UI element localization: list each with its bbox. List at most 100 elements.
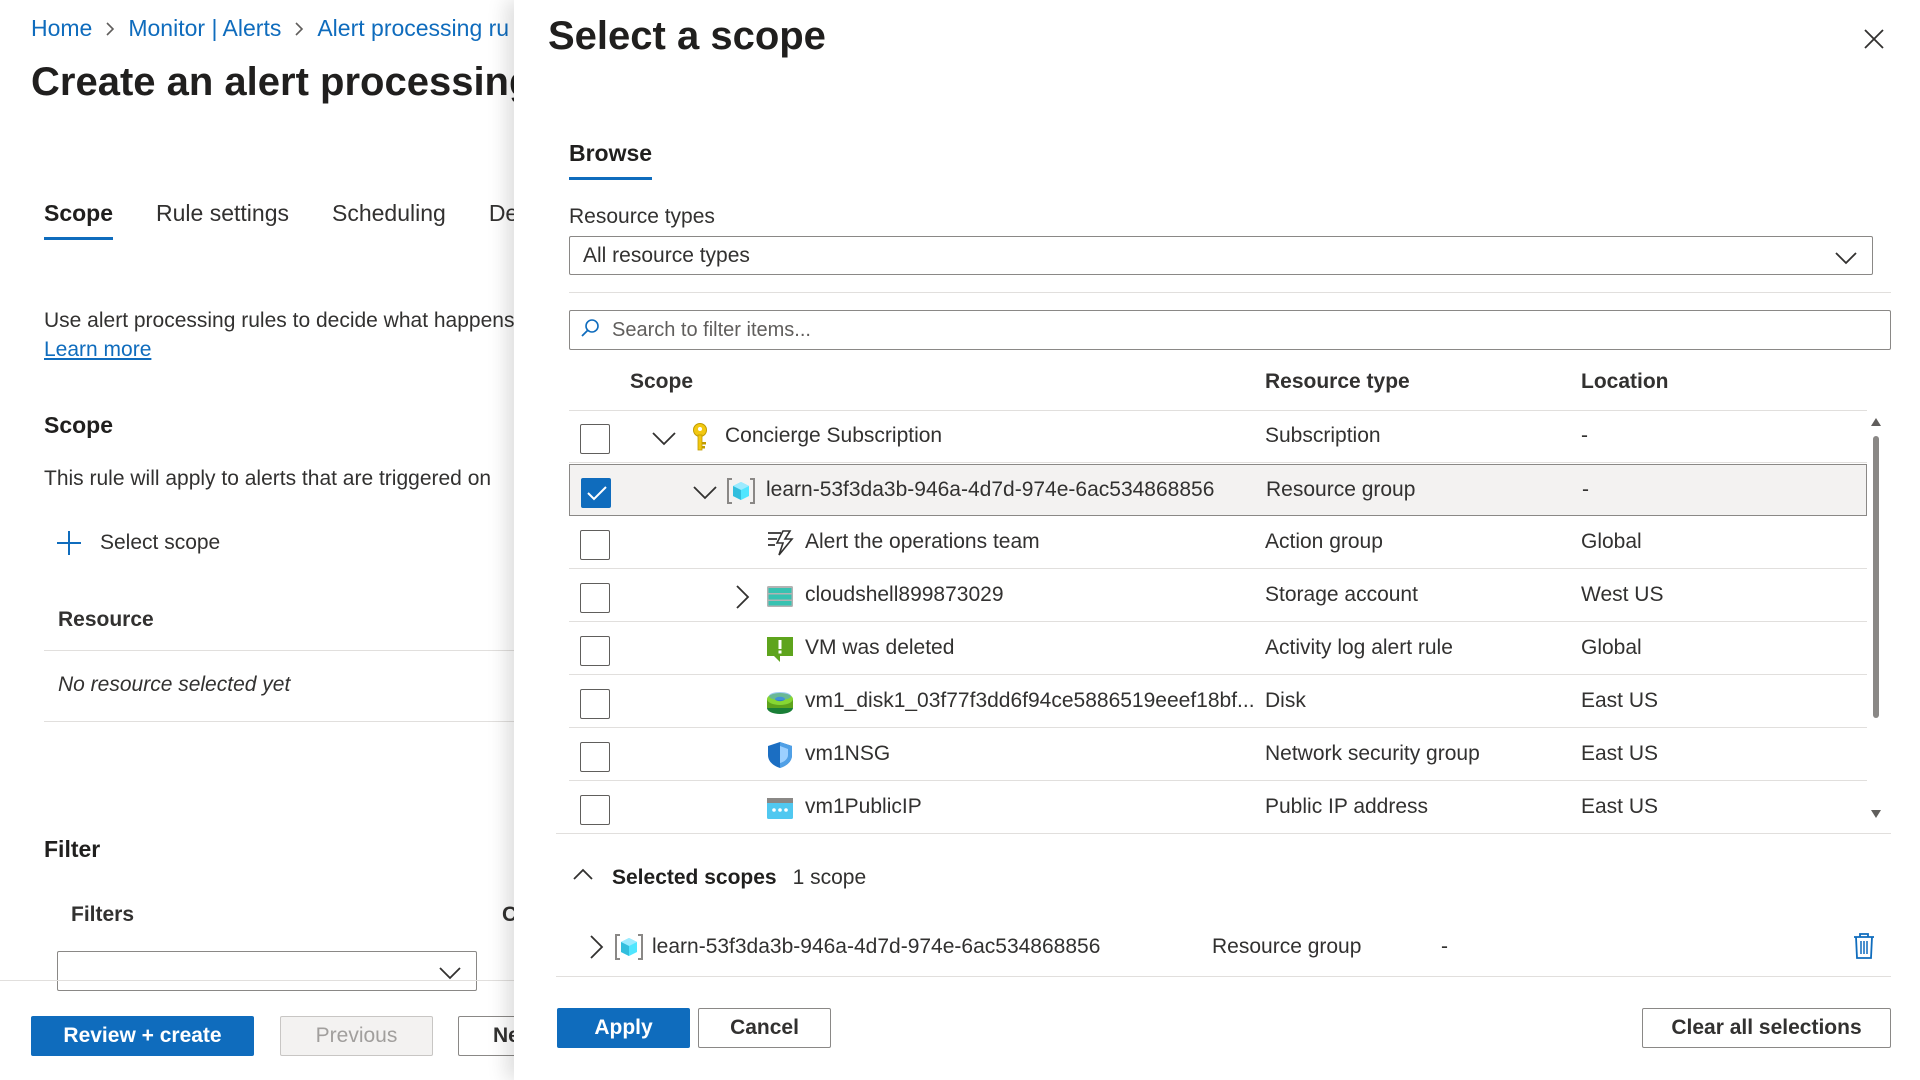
row-type: Activity log alert rule [1265, 636, 1453, 659]
table-row[interactable]: cloudshell899873029 Storage account West… [569, 570, 1867, 622]
breadcrumb-alert-processing-rules[interactable]: Alert processing ru [317, 15, 509, 42]
row-type: Resource group [1266, 478, 1416, 501]
table-row[interactable]: Alert the operations team Action group G… [569, 517, 1867, 569]
column-header-location[interactable]: Location [1581, 370, 1669, 394]
chevron-down-icon[interactable] [692, 479, 718, 505]
chevron-down-icon [438, 960, 462, 989]
row-type: Action group [1265, 530, 1383, 553]
table-row[interactable]: vm1NSG Network security group East US [569, 729, 1867, 781]
table-row[interactable]: vm1_disk1_03f77f3dd6f94ce5886519eeef18bf… [569, 676, 1867, 728]
row-location: Global [1581, 636, 1642, 659]
row-type: Network security group [1265, 742, 1480, 765]
resource-types-dropdown[interactable]: All resource types [569, 236, 1873, 275]
no-resource-message: No resource selected yet [58, 673, 291, 696]
select-scope-button[interactable]: Select scope [56, 530, 220, 556]
resource-types-label: Resource types [569, 205, 715, 228]
apply-button[interactable]: Apply [557, 1008, 690, 1048]
chevron-down-icon[interactable] [651, 425, 677, 451]
alert-rule-icon [765, 634, 795, 664]
select-scope-label: Select scope [100, 531, 221, 554]
tab-scope[interactable]: Scope [44, 200, 114, 240]
review-create-button[interactable]: Review + create [31, 1016, 254, 1056]
row-type: Disk [1265, 689, 1306, 712]
column-header-resource-type[interactable]: Resource type [1265, 370, 1410, 394]
row-checkbox[interactable] [580, 583, 610, 613]
divider [556, 976, 1891, 977]
selected-scope-type: Resource group [1212, 935, 1362, 958]
filter-dropdown[interactable] [57, 951, 477, 991]
close-icon[interactable] [1859, 24, 1889, 54]
resource-types-value: All resource types [583, 243, 750, 267]
row-type: Subscription [1265, 424, 1381, 447]
breadcrumb-monitor-alerts[interactable]: Monitor | Alerts [128, 15, 281, 42]
row-checkbox[interactable] [580, 795, 610, 825]
table-row[interactable]: VM was deleted Activity log alert rule G… [569, 623, 1867, 675]
row-location: East US [1581, 689, 1659, 712]
scroll-down-icon[interactable] [1870, 806, 1882, 824]
row-location: East US [1581, 742, 1659, 765]
chevron-up-icon[interactable] [572, 864, 594, 892]
row-location: Global [1581, 530, 1642, 553]
row-checkbox[interactable] [580, 424, 610, 454]
grid-scrollbar[interactable] [1869, 414, 1883, 820]
chevron-right-icon[interactable] [729, 584, 755, 610]
row-name: learn-53f3da3b-946a-4d7d-974e-6ac5348688… [766, 478, 1215, 501]
scroll-up-icon[interactable] [1870, 414, 1882, 432]
filter-heading: Filter [44, 836, 101, 862]
action-group-icon [765, 528, 795, 558]
table-row[interactable]: vm1PublicIP Public IP address East US [569, 782, 1867, 834]
tab-rule-settings[interactable]: Rule settings [156, 200, 289, 240]
previous-button[interactable]: Previous [280, 1016, 433, 1056]
storage-account-icon [765, 581, 795, 611]
footer-divider [0, 980, 520, 981]
resource-group-icon [726, 476, 756, 506]
row-checkbox[interactable] [580, 742, 610, 772]
tab-scheduling[interactable]: Scheduling [332, 200, 446, 240]
row-checkbox-checked[interactable] [581, 478, 611, 508]
row-location: West US [1581, 583, 1664, 606]
table-row[interactable]: Concierge Subscription Subscription - [569, 411, 1867, 463]
breadcrumb-home[interactable]: Home [31, 15, 92, 42]
divider [556, 833, 1891, 834]
resource-group-icon [614, 932, 644, 962]
select-scope-panel: Select a scope Browse Resource types All… [514, 0, 1920, 1080]
search-input[interactable]: Search to filter items... [569, 310, 1891, 350]
selected-scopes-count: 1 scope [792, 866, 867, 889]
row-name: Concierge Subscription [725, 424, 943, 447]
divider [44, 721, 520, 722]
page-description: Use alert processing rules to decide wha… [44, 306, 514, 364]
row-checkbox[interactable] [580, 530, 610, 560]
row-location: East US [1581, 795, 1659, 818]
chevron-down-icon [1834, 245, 1858, 275]
disk-icon [765, 687, 795, 717]
network-security-group-icon [765, 740, 795, 770]
row-checkbox[interactable] [580, 636, 610, 666]
public-ip-icon [765, 793, 795, 823]
page-title: Create an alert processing [31, 60, 534, 104]
delete-icon[interactable] [1852, 932, 1876, 965]
checkmark-icon [587, 486, 607, 501]
chevron-right-icon [293, 21, 305, 37]
scope-text: This rule will apply to alerts that are … [44, 467, 492, 490]
selected-scopes-label: Selected scopes [612, 866, 777, 889]
row-name: vm1_disk1_03f77f3dd6f94ce5886519eeef18bf… [805, 689, 1255, 712]
chevron-right-icon[interactable] [584, 934, 608, 965]
description-text: Use alert processing rules to decide wha… [44, 309, 515, 332]
column-header-scope[interactable]: Scope [630, 370, 693, 394]
table-row[interactable]: learn-53f3da3b-946a-4d7d-974e-6ac5348688… [569, 464, 1867, 516]
row-checkbox[interactable] [580, 689, 610, 719]
wizard-tabs: Scope Rule settings Scheduling Det [44, 200, 568, 240]
row-type: Public IP address [1265, 795, 1429, 818]
panel-title: Select a scope [548, 14, 826, 58]
selected-scopes-header[interactable]: Selected scopes 1 scope [572, 864, 866, 892]
row-location: - [1581, 424, 1588, 447]
learn-more-link[interactable]: Learn more [44, 338, 151, 361]
tab-browse[interactable]: Browse [569, 140, 653, 180]
selected-scope-name: learn-53f3da3b-946a-4d7d-974e-6ac5348688… [652, 935, 1101, 958]
divider [569, 292, 1891, 293]
scroll-thumb[interactable] [1873, 436, 1879, 718]
divider [44, 650, 520, 651]
cancel-button[interactable]: Cancel [698, 1008, 831, 1048]
row-name: cloudshell899873029 [805, 583, 1004, 606]
clear-all-selections-button[interactable]: Clear all selections [1642, 1008, 1891, 1048]
